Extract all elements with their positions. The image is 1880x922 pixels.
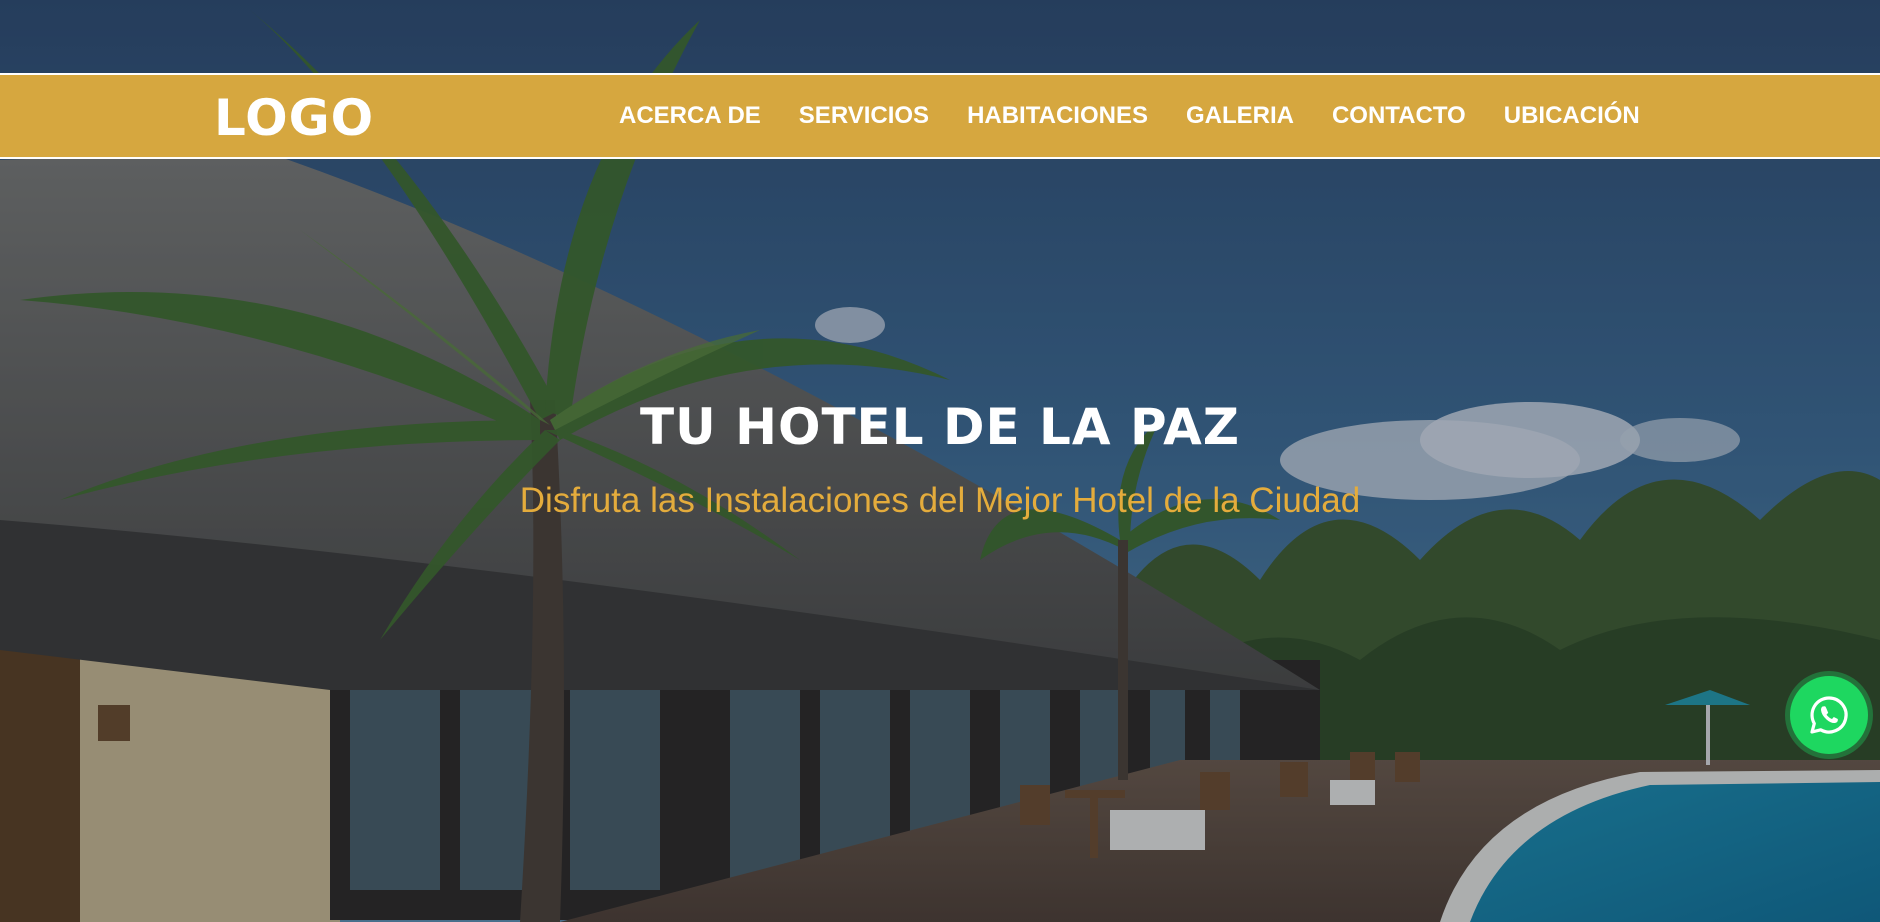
whatsapp-icon (1810, 696, 1848, 734)
hero-title: TU HOTEL DE LA PAZ (639, 398, 1241, 456)
hero-subtitle: Disfruta las Instalaciones del Mejor Hot… (519, 481, 1361, 520)
hero-section: LOGO ACERCA DE SERVICIOS HABITACIONES GA… (0, 0, 1880, 922)
nav-link-ubicacion[interactable]: UBICACIÓN (1485, 102, 1659, 130)
nav-link-acerca-de[interactable]: ACERCA DE (600, 102, 780, 130)
nav-link-contacto[interactable]: CONTACTO (1313, 102, 1485, 130)
site-logo[interactable]: LOGO (214, 93, 374, 143)
nav-link-habitaciones[interactable]: HABITACIONES (948, 102, 1167, 130)
whatsapp-button[interactable] (1790, 676, 1868, 754)
main-nav: ACERCA DE SERVICIOS HABITACIONES GALERIA… (600, 75, 1659, 157)
hero-text: TU HOTEL DE LA PAZ Disfruta las Instalac… (0, 395, 1880, 523)
nav-link-servicios[interactable]: SERVICIOS (780, 102, 948, 130)
nav-link-galeria[interactable]: GALERIA (1167, 102, 1313, 130)
top-navbar: LOGO ACERCA DE SERVICIOS HABITACIONES GA… (0, 73, 1880, 159)
